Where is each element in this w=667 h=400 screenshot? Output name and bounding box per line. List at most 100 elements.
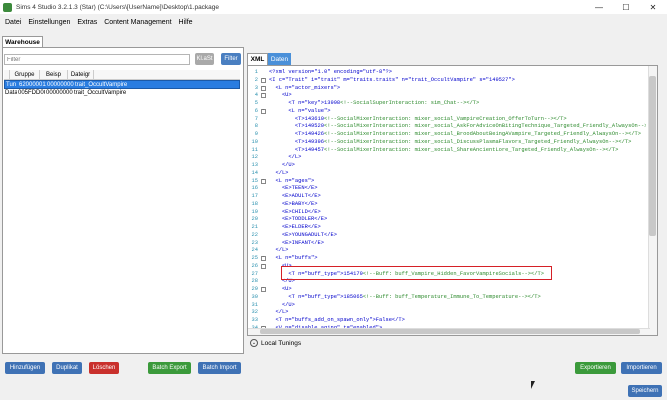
xml-text: <U> xyxy=(269,92,292,99)
filter-input[interactable] xyxy=(4,54,190,65)
code-line[interactable]: 19 <E>CHILD</E> xyxy=(248,209,646,217)
code-line[interactable]: 7 <T>143610<!--SocialMixerInteraction: m… xyxy=(248,116,646,124)
code-line[interactable]: 30 <T n="buff_type">185065<!--Buff: buff… xyxy=(248,294,646,302)
code-line[interactable]: 5 <T n="key">13998<!--SocialSuperInterac… xyxy=(248,100,646,108)
filter-button[interactable]: Filter xyxy=(221,53,241,65)
code-line[interactable]: 13 </U> xyxy=(248,162,646,170)
code-line[interactable]: 29− <U> xyxy=(248,286,646,294)
column-header-gruppe[interactable]: Gruppe xyxy=(10,70,40,79)
fold-toggle-icon[interactable]: − xyxy=(261,77,266,83)
xml-comment: <!--SocialMixerInteraction: mixer_social… xyxy=(324,138,632,145)
save-button[interactable]: Speichern xyxy=(628,385,662,397)
clear-filter-button[interactable]: Kl.aSt xyxy=(195,53,214,65)
app-window: Sims 4 Studio 3.2.1.3 (Star) (C:\Users\[… xyxy=(0,0,667,400)
code-line[interactable]: 1 <?xml version="1.0" encoding="utf-8"?> xyxy=(248,69,646,77)
code-line[interactable]: 16 <E>TEEN</E> xyxy=(248,185,646,193)
vertical-scrollbar[interactable] xyxy=(648,66,657,335)
menu-datei[interactable]: Datei xyxy=(5,19,21,26)
code-line[interactable]: 12 </L> xyxy=(248,154,646,162)
code-line[interactable]: 10 <T>149396<!--SocialMixerInteraction: … xyxy=(248,139,646,147)
xml-text: </L> xyxy=(269,169,289,176)
code-line[interactable]: 14 </L> xyxy=(248,170,646,178)
minimize-button[interactable]: — xyxy=(586,0,612,14)
code-line[interactable]: 18 <E>BABY</E> xyxy=(248,201,646,209)
xml-text: <?xml version="1.0" encoding="utf-8"?> xyxy=(269,69,392,75)
code-text: <E>ELDER</E> xyxy=(269,224,321,232)
xml-text: <T>143610 xyxy=(269,115,324,122)
code-line[interactable]: 9 <T>149426<!--SocialMixerInteraction: m… xyxy=(248,131,646,139)
menu-content-management[interactable]: Content Management xyxy=(104,19,171,26)
code-area[interactable]: 1 <?xml version="1.0" encoding="utf-8"?> 2… xyxy=(248,69,646,335)
code-line[interactable]: 31 </U> xyxy=(248,302,646,310)
fold-toggle-icon[interactable]: − xyxy=(261,287,266,292)
code-line[interactable]: 3− <L n="actor_mixers"> xyxy=(248,85,646,93)
code-line[interactable]: 33 <T n="buffs_add_on_spawn_only">False<… xyxy=(248,317,646,325)
tab-xml[interactable]: XML xyxy=(247,53,268,65)
maximize-button[interactable]: ☐ xyxy=(613,0,639,14)
menu-hilfe[interactable]: Hilfe xyxy=(179,19,193,26)
code-line[interactable]: 11 <T>149457<!--SocialMixerInteraction: … xyxy=(248,147,646,155)
xml-text: <U> xyxy=(269,286,292,292)
xml-comment: <!--SocialMixerInteraction: mixer_social… xyxy=(324,146,619,153)
code-text: <U> xyxy=(269,92,292,100)
xml-text: <T n="buffs_add_on_spawn_only">False</T> xyxy=(269,317,405,323)
table-cell: Data xyxy=(5,90,17,96)
column-header-beisp[interactable]: Beisp xyxy=(40,70,68,79)
table-row[interactable]: Tun 620000011 000000008 trait_OccultVamp… xyxy=(4,80,240,89)
code-line[interactable]: 17 <E>ADULT</E> xyxy=(248,193,646,201)
code-line[interactable]: 23 <E>INFANT</E> xyxy=(248,240,646,248)
export-button[interactable]: Exportieren xyxy=(575,362,616,374)
fold-toggle-icon[interactable]: − xyxy=(261,256,266,261)
tab-daten[interactable]: Daten xyxy=(268,53,291,65)
line-number: 31 xyxy=(251,301,258,308)
line-number: 1 xyxy=(254,69,258,75)
fold-toggle-icon[interactable]: − xyxy=(261,108,266,114)
batch-import-button[interactable]: Batch Import xyxy=(198,362,241,374)
code-text: <L n="buffs"> xyxy=(269,255,317,263)
fold-toggle-icon[interactable]: − xyxy=(261,85,266,91)
line-number: 19 xyxy=(251,208,258,215)
code-text: <U> xyxy=(269,286,292,294)
add-button[interactable]: Hinzufügen xyxy=(5,362,45,374)
column-header-dateigr[interactable]: Dateigr xyxy=(68,70,94,79)
close-button[interactable]: ✕ xyxy=(640,0,666,14)
import-button[interactable]: Importieren xyxy=(621,362,662,374)
xml-comment: <!--SocialMixerInteraction: mixer_social… xyxy=(324,123,646,130)
scroll-thumb[interactable] xyxy=(649,76,656,236)
code-line[interactable]: 15− <L n="ages"> xyxy=(248,178,646,186)
code-line[interactable]: 32 </L> xyxy=(248,309,646,317)
code-line[interactable]: 2− <I c="Trait" i="trait" m="traits.trait… xyxy=(248,77,646,85)
code-line[interactable]: 8 <T>149520<!--SocialMixerInteraction: m… xyxy=(248,123,646,131)
table-cell: 620000011 xyxy=(19,82,46,88)
xml-editor[interactable]: 1 <?xml version="1.0" encoding="utf-8"?> 2… xyxy=(247,65,658,336)
menu-einstellungen[interactable]: Einstellungen xyxy=(28,19,70,26)
delete-button[interactable]: Löschen xyxy=(89,362,119,374)
menu-extras[interactable]: Extras xyxy=(77,19,97,26)
column-header[interactable] xyxy=(94,70,240,79)
code-text: <T n="buff_type">185065<!--Buff: buff_Te… xyxy=(269,293,541,302)
xml-comment: <!--Buff: buff_Temperature_Immune_To_Tem… xyxy=(362,293,541,300)
line-number: 14 xyxy=(251,169,258,176)
code-line[interactable]: 4− <U> xyxy=(248,92,646,100)
fold-toggle-icon[interactable]: − xyxy=(261,263,266,269)
xml-comment: <!--SocialMixerInteraction: mixer_social… xyxy=(324,115,567,122)
duplicate-button[interactable]: Duplikat xyxy=(52,362,82,374)
xml-text: <T n="buff_type">185065 xyxy=(269,293,363,300)
code-text: <E>ADULT</E> xyxy=(269,193,321,201)
xml-text: <E>CHILD</E> xyxy=(269,208,321,215)
xml-text: <T n="key">13998 xyxy=(269,100,341,106)
code-text: <T>149426<!--SocialMixerInteraction: mix… xyxy=(269,131,641,139)
code-line[interactable]: 24 </L> xyxy=(248,247,646,255)
code-line[interactable]: 6− <L n="value"> xyxy=(248,108,646,116)
code-line[interactable]: 22 <E>YOUNGADULT</E> xyxy=(248,232,646,240)
batch-export-button[interactable]: Batch Export xyxy=(148,362,191,374)
fold-toggle-icon[interactable]: − xyxy=(261,178,266,184)
horizontal-scrollbar[interactable] xyxy=(248,328,650,335)
table-row[interactable]: Data 005FDD0C 000000008 trait_OccultVamp… xyxy=(4,89,240,98)
code-line[interactable]: 25− <L n="buffs"> xyxy=(248,255,646,263)
scroll-thumb[interactable] xyxy=(260,329,640,334)
fold-toggle-icon[interactable]: − xyxy=(261,93,266,99)
code-line[interactable]: 20 <E>TODDLER</E> xyxy=(248,216,646,224)
local-tunings-expander[interactable]: ⌄ Local Tunings xyxy=(250,339,301,347)
code-line[interactable]: 21 <E>ELDER</E> xyxy=(248,224,646,232)
